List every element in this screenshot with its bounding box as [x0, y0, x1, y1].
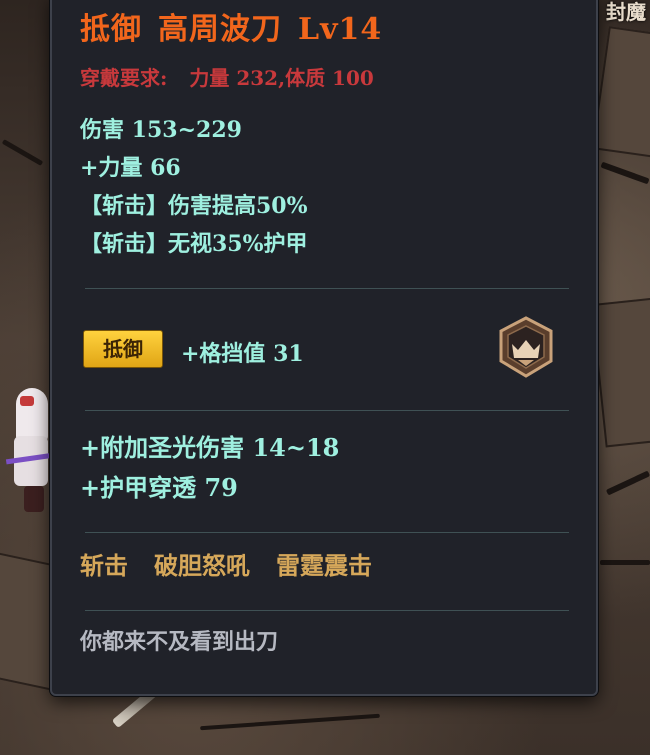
section-divider — [85, 610, 569, 611]
item-level: Lv14 — [298, 12, 383, 47]
skill-thunder-strike: 雷霆震击 — [276, 551, 372, 580]
item-type-label: 抵御 — [80, 12, 142, 47]
floor-crack — [600, 560, 650, 565]
section-divider — [85, 288, 569, 289]
stat-block-value: +格挡值 31 — [181, 341, 304, 367]
affix-badge: 抵御 — [83, 330, 163, 368]
equip-requirement: 穿戴要求: 力量 232,体质 100 — [80, 62, 374, 91]
zone-name-label: 封魔 — [606, 0, 646, 24]
stat-strength: +力量 66 — [80, 155, 181, 181]
stat-slash-damage: 【斩击】伤害提高50% — [80, 193, 308, 219]
floor-tile — [591, 26, 650, 158]
stat-damage: 伤害 153~229 — [80, 117, 242, 143]
section-divider — [85, 410, 569, 411]
stat-holy-damage: +附加圣光伤害 14~18 — [80, 433, 340, 462]
section-divider — [85, 532, 569, 533]
floor-tile — [590, 296, 650, 448]
shield-crest-icon — [499, 316, 553, 378]
requirement-value: 力量 232,体质 100 — [189, 66, 374, 90]
floor-crack — [600, 161, 650, 185]
skill-intimidating-roar: 破胆怒吼 — [154, 551, 250, 580]
requirement-label: 穿戴要求: — [80, 66, 168, 90]
floor-crack — [200, 713, 380, 731]
floor-crack — [605, 470, 650, 496]
skill-slash: 斩击 — [80, 551, 128, 580]
floor-crack — [1, 139, 44, 166]
flavor-text: 你都来不及看到出刀 — [80, 629, 279, 655]
skill-list: 斩击 破胆怒吼 雷霆震击 — [80, 546, 398, 581]
player-character — [5, 378, 55, 528]
stat-armor-penetration: +护甲穿透 79 — [80, 473, 238, 502]
item-title: 抵御 高周波刀 Lv14 — [80, 4, 382, 48]
item-tooltip: 抵御 高周波刀 Lv14 穿戴要求: 力量 232,体质 100 伤害 153~229… — [50, 0, 598, 696]
stat-slash-armor-ignore: 【斩击】无视35%护甲 — [80, 231, 308, 257]
item-name: 高周波刀 — [158, 12, 282, 47]
